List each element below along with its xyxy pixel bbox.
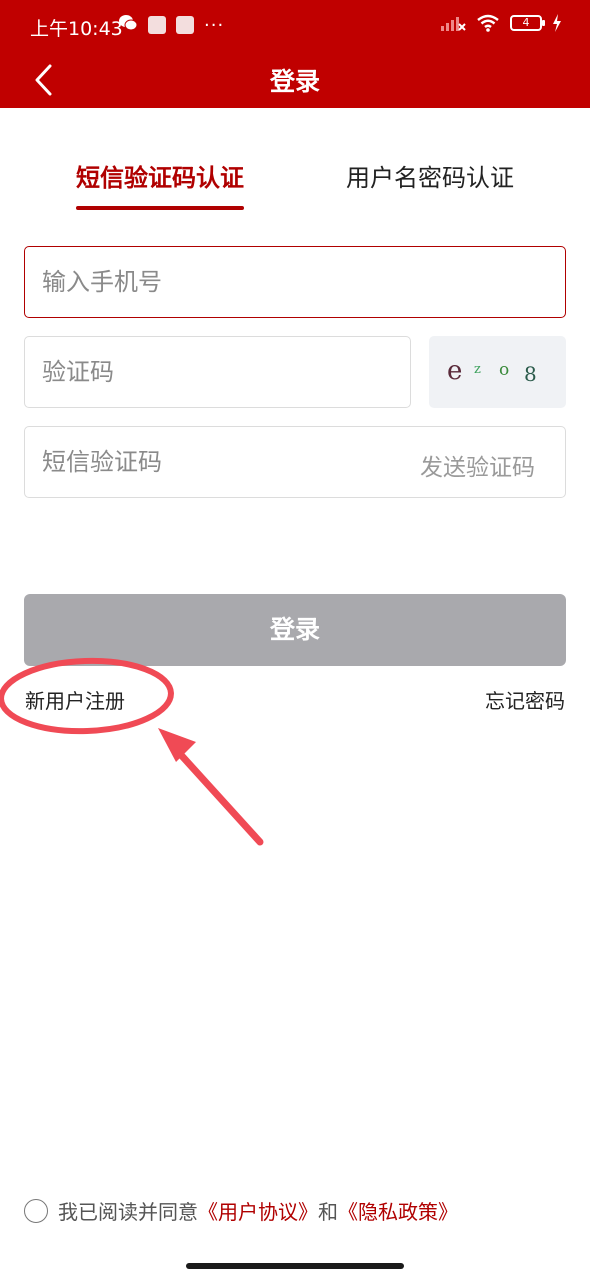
- captcha-image[interactable]: e z o 8: [429, 336, 566, 408]
- phone-field: [24, 246, 566, 318]
- user-agreement-link[interactable]: 《用户协议》: [198, 1196, 318, 1225]
- signal-icon: [441, 17, 466, 31]
- tab-password-login[interactable]: 用户名密码认证: [346, 158, 514, 193]
- login-tabs: 短信验证码认证 用户名密码认证: [0, 108, 590, 218]
- sms-code-field: 发送验证码: [24, 426, 566, 498]
- agreement-connector: 和: [318, 1200, 338, 1224]
- annotation-overlay: [0, 657, 264, 846]
- send-code-button[interactable]: 发送验证码: [420, 448, 535, 482]
- tab-sms-login[interactable]: 短信验证码认证: [76, 158, 244, 193]
- forgot-password-link[interactable]: 忘记密码: [485, 685, 565, 714]
- sms-code-input[interactable]: [42, 427, 474, 497]
- wechat-icon: [118, 14, 138, 36]
- status-notifications: ···: [118, 14, 224, 36]
- wifi-icon: [477, 14, 499, 32]
- privacy-policy-link[interactable]: 《隐私政策》: [338, 1196, 458, 1225]
- captcha-char: o: [499, 360, 510, 380]
- page-title: 登录: [269, 67, 320, 96]
- charging-icon: [553, 14, 561, 32]
- status-time: 上午10:43: [30, 18, 123, 40]
- header: 登录: [0, 52, 590, 108]
- captcha-char: 8: [524, 362, 537, 386]
- annotation-arrow-head: [158, 728, 196, 762]
- annotation-arrow-shaft: [168, 741, 264, 846]
- captcha-char: e: [447, 356, 463, 386]
- status-system-icons: 4: [440, 14, 562, 32]
- home-indicator[interactable]: [186, 1263, 404, 1269]
- more-notifications-icon: ···: [204, 14, 225, 36]
- battery-icon: 4: [510, 15, 545, 31]
- notification-icon: [148, 16, 166, 34]
- captcha-field: [24, 336, 411, 408]
- phone-input[interactable]: [42, 247, 474, 317]
- agreement-prefix: 我已阅读并同意: [58, 1200, 198, 1224]
- captcha-input[interactable]: [42, 337, 350, 407]
- agreement-row: 我已阅读并同意 《用户协议》 和 《隐私政策》: [24, 1196, 458, 1225]
- captcha-char: z: [474, 362, 481, 377]
- active-tab-indicator: [76, 206, 244, 210]
- annotation-circle: [0, 657, 174, 735]
- agreement-checkbox[interactable]: [24, 1198, 48, 1223]
- status-bar: 上午10:43 ··· 4: [0, 0, 590, 52]
- notification-icon: [176, 16, 194, 34]
